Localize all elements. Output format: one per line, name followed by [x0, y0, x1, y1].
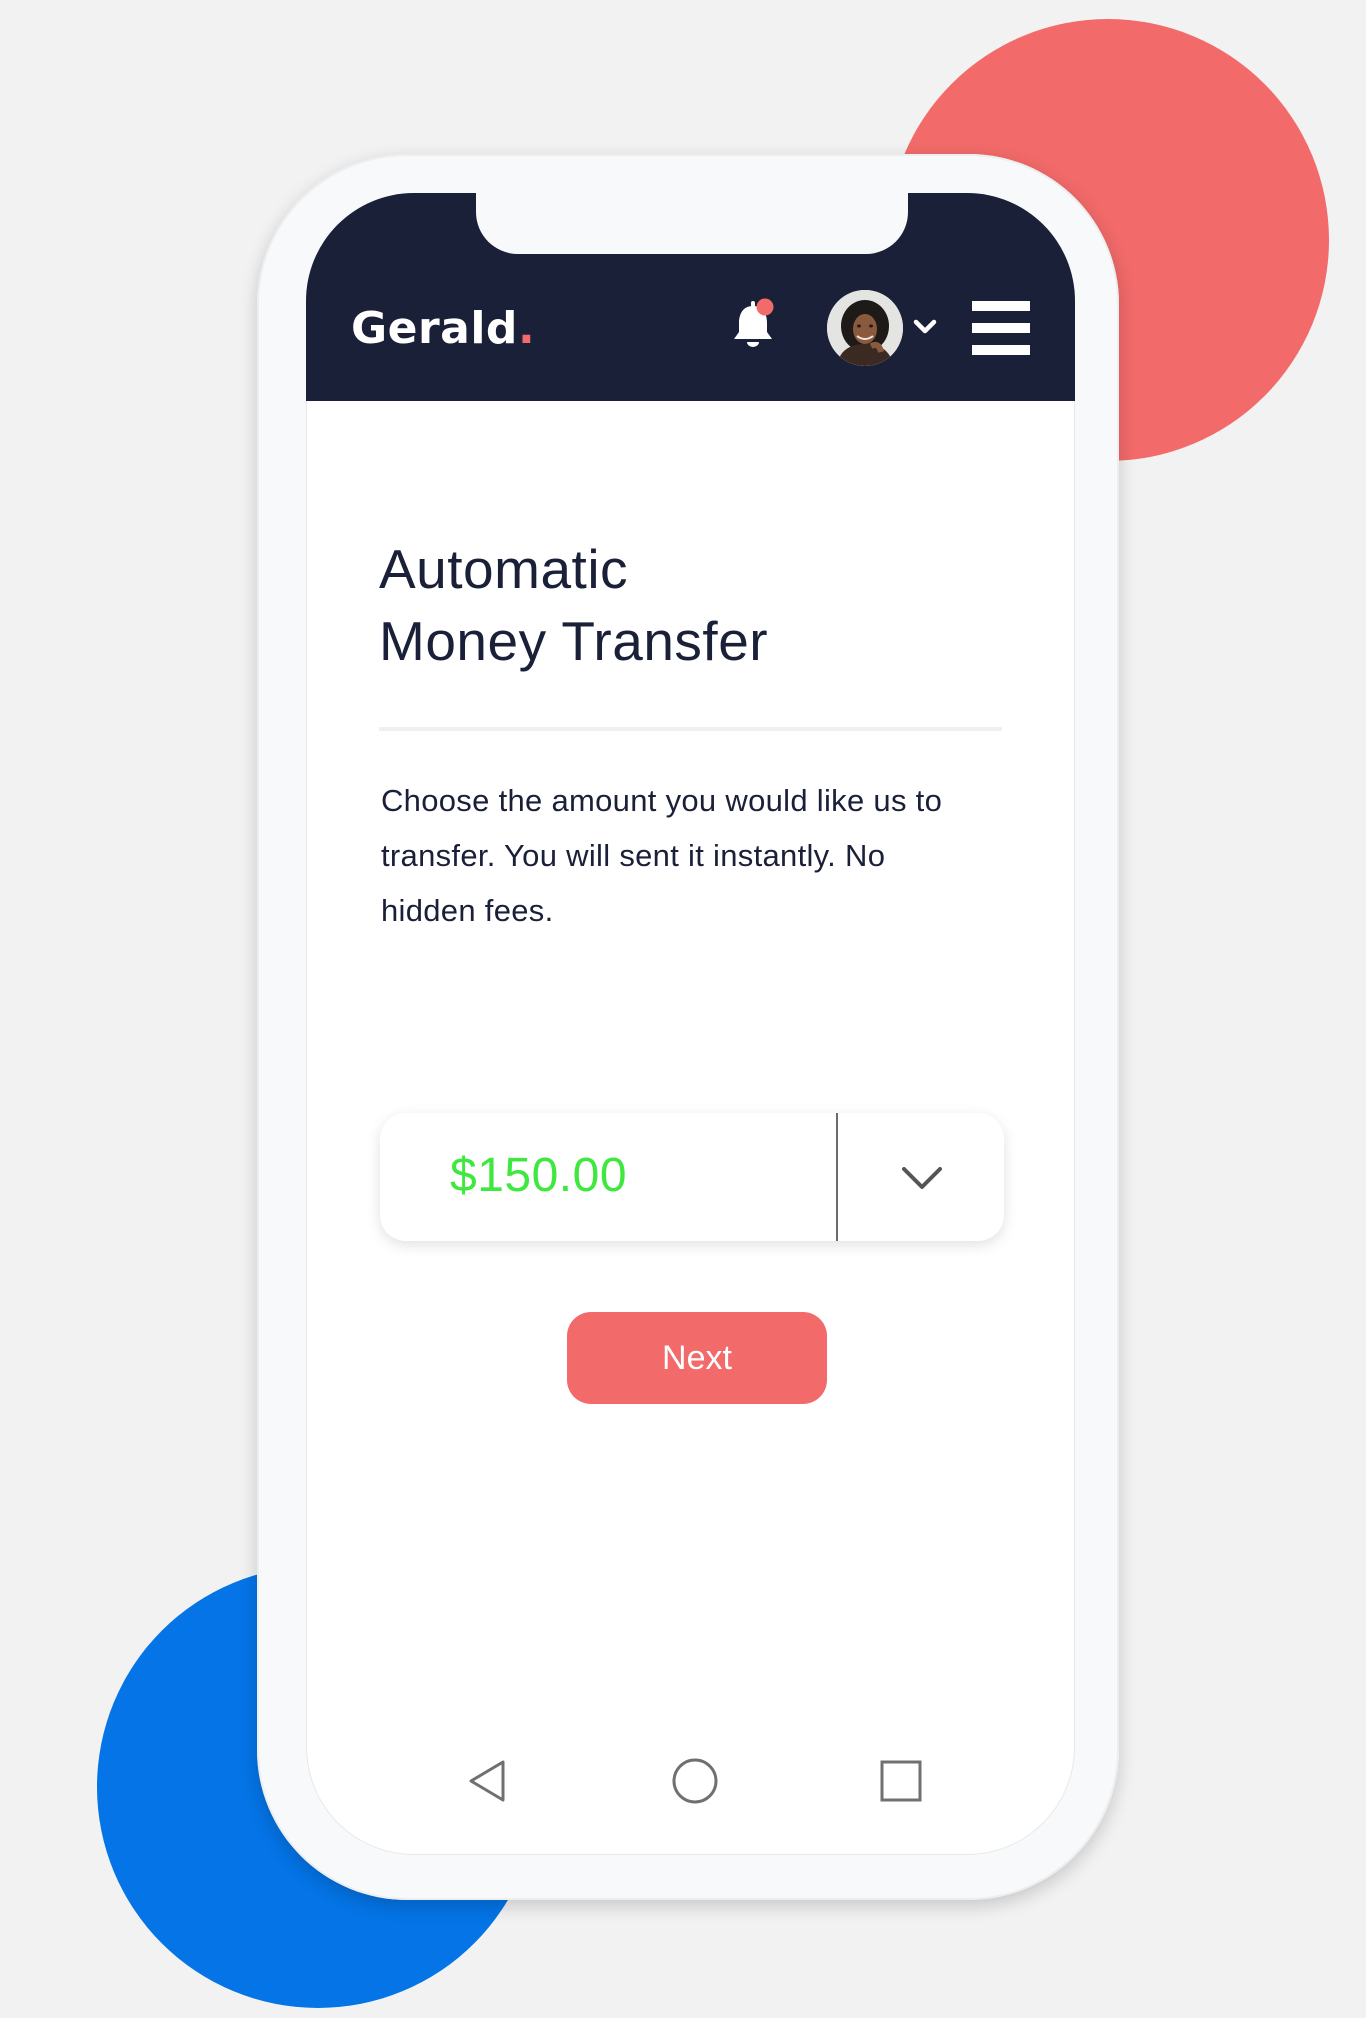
phone-frame: Gerald. Automatic Money Transfer Choose … — [257, 154, 1119, 1900]
notification-badge — [756, 298, 774, 316]
notification-button[interactable] — [725, 297, 781, 353]
logo-text: Gerald — [351, 303, 518, 354]
hamburger-menu-icon[interactable] — [972, 301, 1030, 355]
bell-icon — [734, 298, 774, 347]
amount-value[interactable]: $150.00 — [450, 1143, 627, 1209]
menu-bar — [972, 323, 1030, 333]
phone-notch — [476, 193, 908, 254]
menu-bar — [972, 345, 1030, 355]
home-circle-icon[interactable] — [670, 1756, 720, 1806]
chevron-down-icon[interactable] — [892, 1155, 952, 1199]
next-button[interactable]: Next — [567, 1312, 827, 1404]
description-text: Choose the amount you would like us to t… — [381, 783, 943, 928]
phone-screen: Gerald. Automatic Money Transfer Choose … — [306, 193, 1075, 1855]
user-avatar-icon — [827, 290, 903, 366]
profile-dropdown-chevron-icon[interactable] — [912, 317, 938, 337]
page-title-line-2: Money Transfer — [379, 610, 769, 672]
app-logo[interactable]: Gerald. — [351, 301, 535, 357]
amount-select[interactable]: $150.00 — [380, 1113, 1004, 1241]
amount-separator — [836, 1113, 838, 1241]
back-triangle-icon[interactable] — [463, 1756, 511, 1806]
menu-bar — [972, 301, 1030, 311]
logo-dot: . — [517, 303, 536, 354]
app-header: Gerald. — [306, 193, 1075, 401]
title-divider — [379, 727, 1002, 731]
page-title-line-1: Automatic — [379, 538, 629, 600]
avatar[interactable] — [827, 290, 903, 366]
page-title: Automatic Money Transfer — [379, 533, 768, 677]
recent-apps-square-icon[interactable] — [879, 1759, 923, 1803]
